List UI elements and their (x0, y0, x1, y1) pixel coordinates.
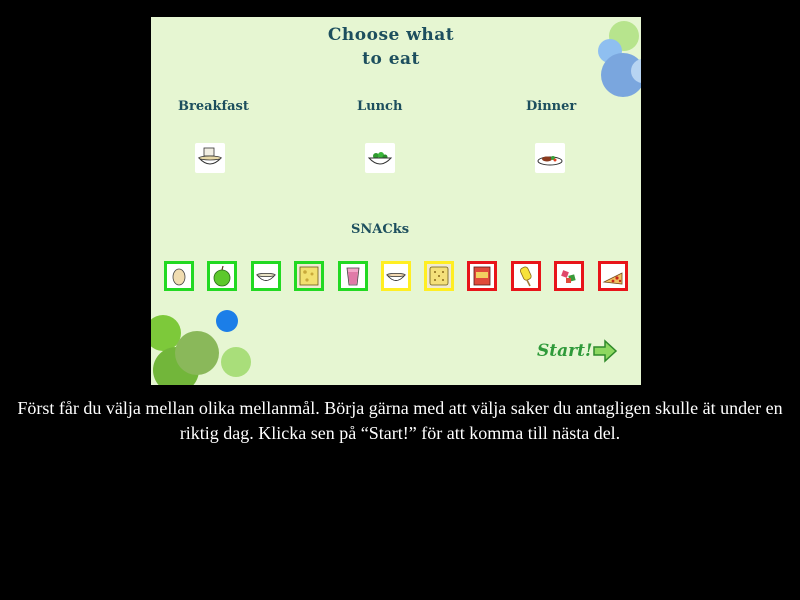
cheese-sandwich-icon (299, 266, 319, 286)
bowl-of-porridge-icon (197, 147, 223, 165)
snack-tile (557, 264, 581, 288)
page-title: Choose what to eat (291, 23, 491, 71)
breakfast-label: Breakfast (178, 99, 249, 114)
start-button[interactable]: Start! (537, 339, 618, 363)
candy-icon (561, 270, 576, 283)
dinner-slot[interactable] (535, 143, 565, 173)
instructions-text: Först får du välja mellan olika mellanmå… (17, 398, 783, 443)
apple-icon (213, 265, 231, 287)
snack-egg[interactable] (164, 261, 194, 291)
start-label: Start! (537, 341, 593, 361)
snack-tile (297, 264, 321, 288)
snack-tile (210, 264, 234, 288)
egg-icon (172, 268, 186, 286)
arrow-right-icon (593, 339, 618, 363)
snack-cracker[interactable] (424, 261, 454, 291)
snack-bowl[interactable] (251, 261, 281, 291)
lunch-slot[interactable] (365, 143, 395, 173)
decor-bubble (216, 310, 238, 332)
game-panel: Choose what to eat Breakfast Lunch Dinne… (151, 17, 641, 385)
ice-cream-bar-icon (520, 266, 532, 287)
snack-chips[interactable] (467, 261, 497, 291)
bowl-icon (256, 273, 276, 281)
snack-juice[interactable] (338, 261, 368, 291)
salad-bowl-icon (367, 152, 393, 165)
snack-tile (514, 264, 538, 288)
breakfast-slot[interactable] (195, 143, 225, 173)
snack-pizza[interactable] (598, 261, 628, 291)
snack-tile (470, 264, 494, 288)
snack-cheese-sandwich[interactable] (294, 261, 324, 291)
snack-tile (384, 264, 408, 288)
snack-bowl-yellow[interactable] (381, 261, 411, 291)
snacks-label: SNACks (351, 222, 410, 237)
snack-apple[interactable] (207, 261, 237, 291)
snack-tile (427, 264, 451, 288)
pizza-slice-icon (602, 272, 623, 285)
dinner-label: Dinner (526, 99, 577, 114)
title-line-2: to eat (362, 49, 420, 69)
snack-tile (601, 264, 625, 288)
snack-tile (341, 264, 365, 288)
lunch-label: Lunch (357, 99, 403, 114)
snack-candy[interactable] (554, 261, 584, 291)
snack-tile (254, 264, 278, 288)
title-line-1: Choose what (327, 25, 455, 45)
glass-of-juice-icon (346, 267, 360, 286)
decor-bubble (221, 347, 251, 377)
dinner-plate-icon (537, 156, 563, 166)
decor-bubble (175, 331, 219, 375)
snack-ice-cream[interactable] (511, 261, 541, 291)
snack-tile (167, 264, 191, 288)
cracker-icon (429, 266, 449, 286)
bowl-icon (386, 273, 406, 281)
chips-bag-icon (473, 266, 491, 286)
